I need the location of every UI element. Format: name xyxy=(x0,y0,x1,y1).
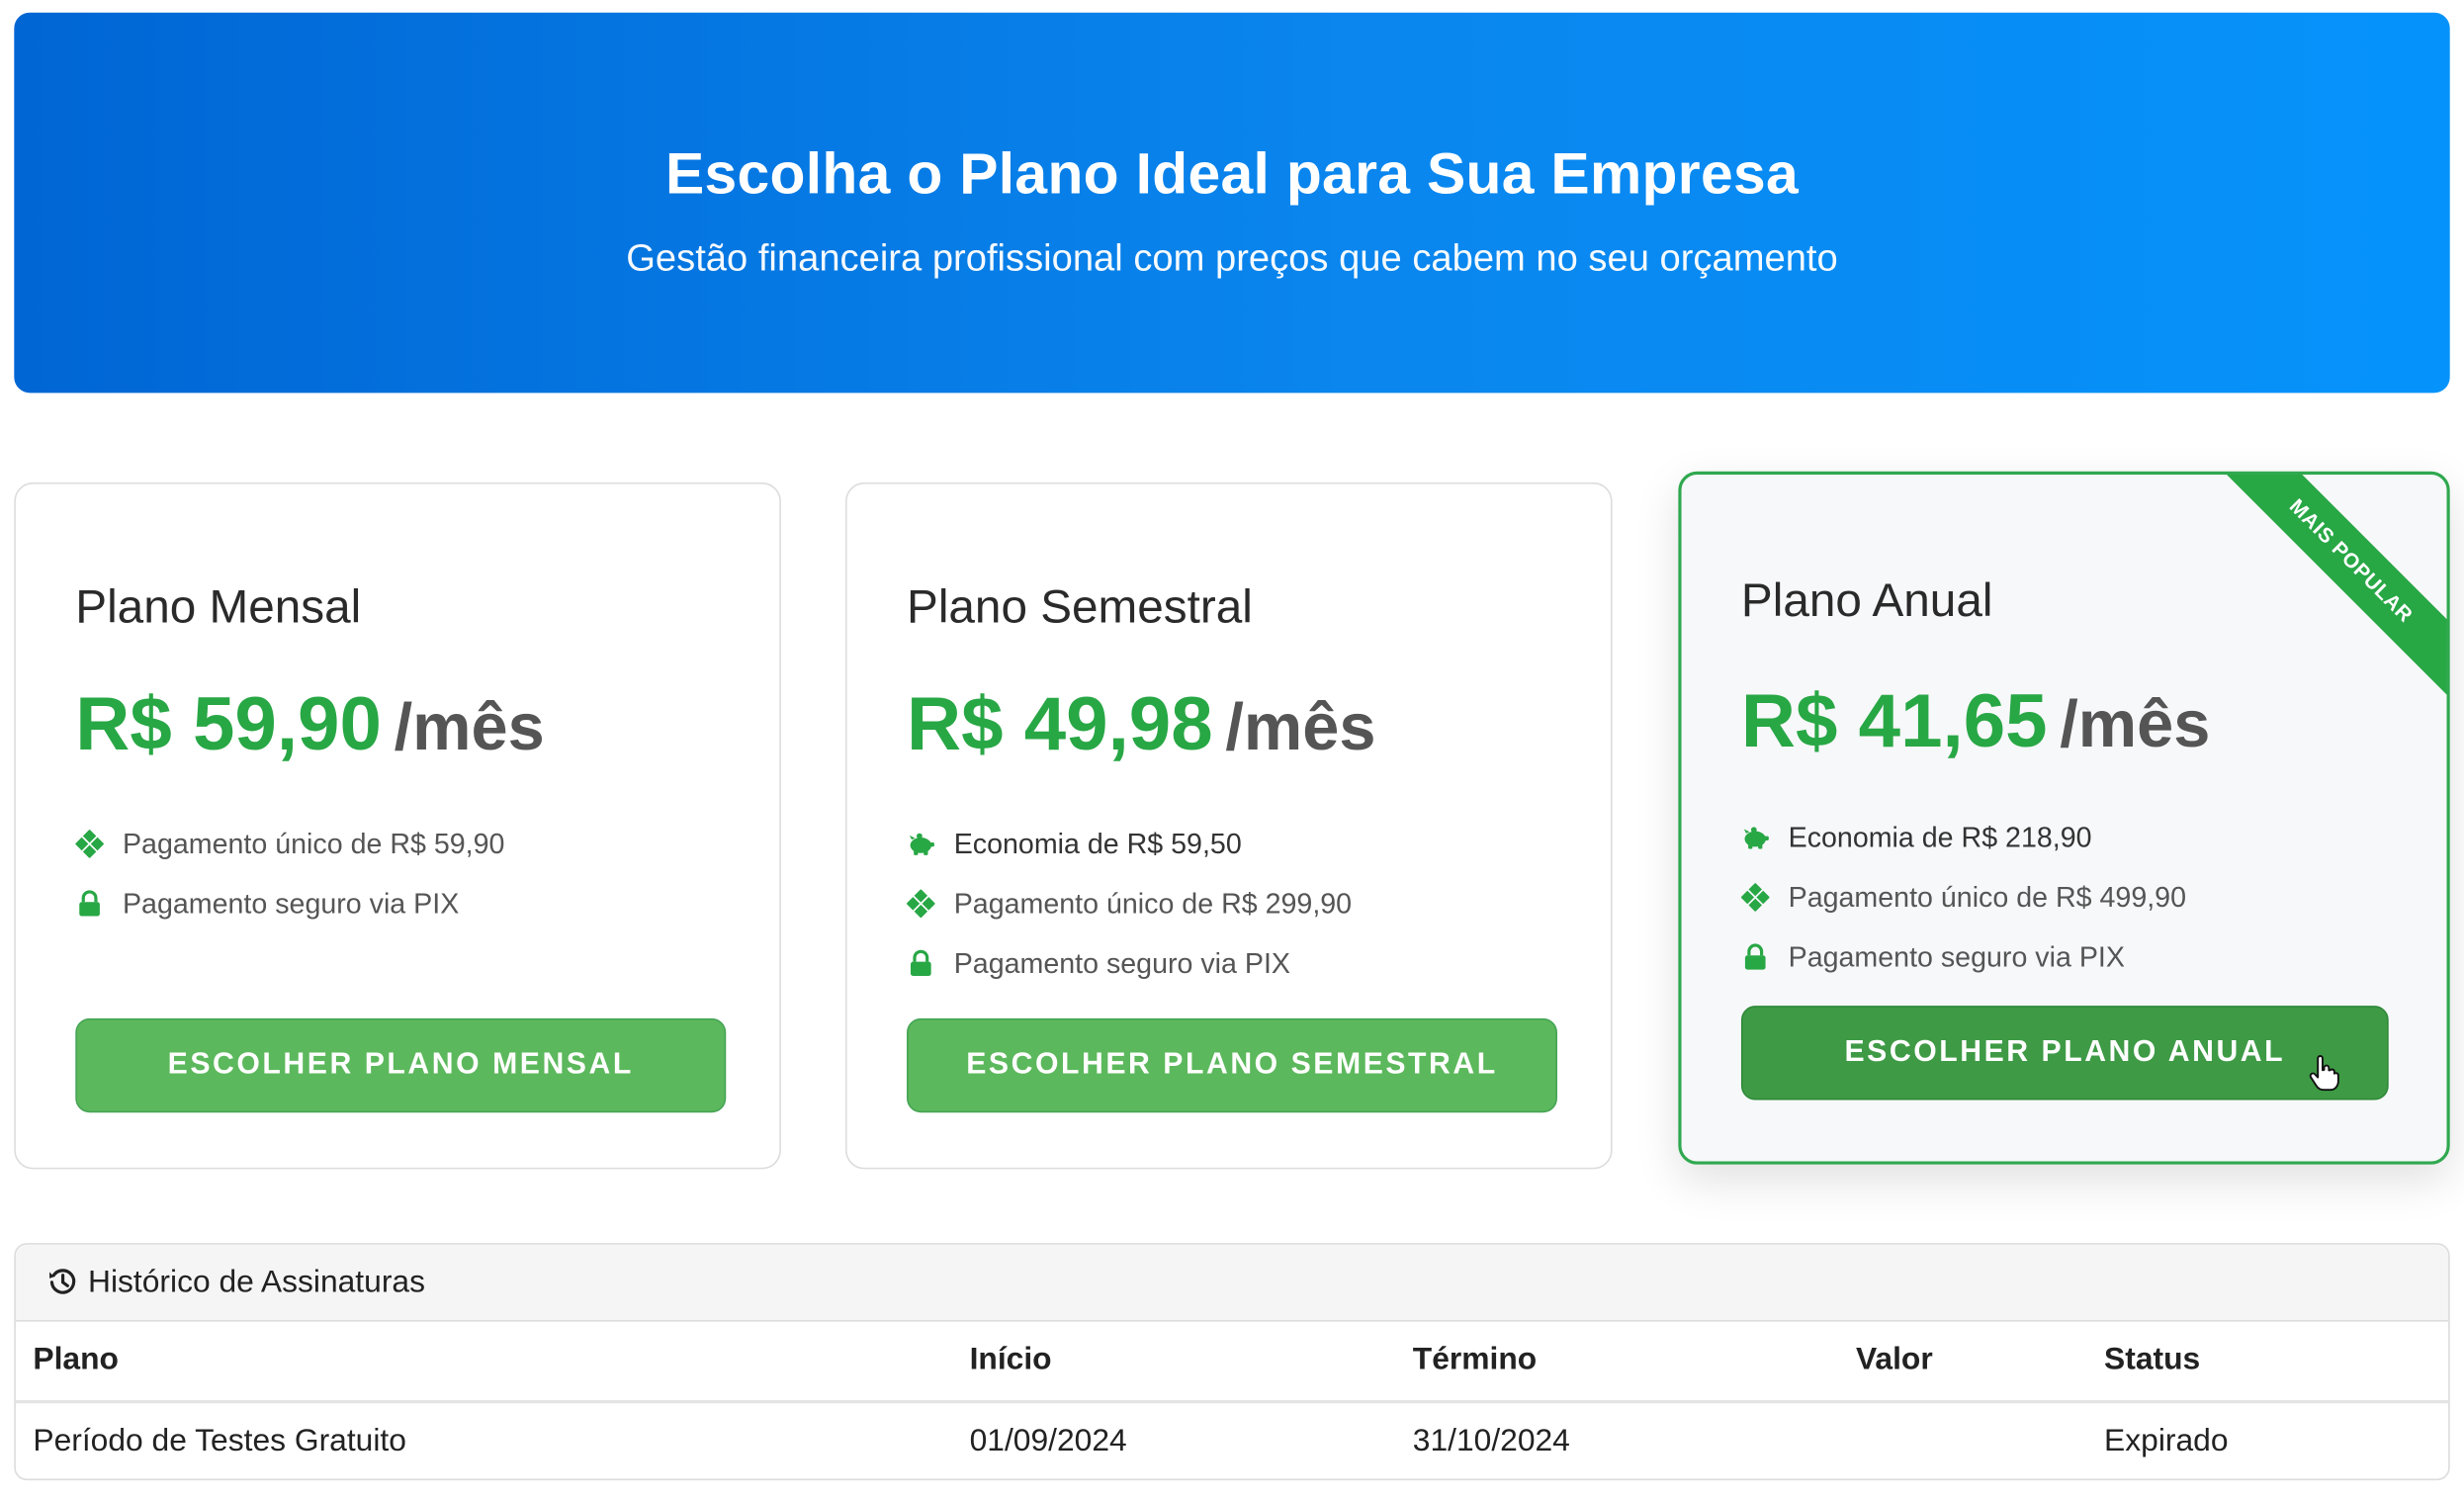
feature-text: Pagamento único de R$ 499,90 xyxy=(1788,880,2187,913)
feature-item: Economia de R$ 59,50 xyxy=(907,814,1352,873)
clover-icon xyxy=(75,830,104,858)
column-header-status: Status xyxy=(2104,1342,2201,1377)
feature-text: Pagamento seguro via PIX xyxy=(1788,940,2125,972)
plan-price: R$ 49,98/mês xyxy=(907,682,1375,768)
lock-icon xyxy=(79,890,100,917)
cell-inicio: 01/09/2024 xyxy=(969,1423,1127,1458)
popular-ribbon: MAIS POPULAR xyxy=(2211,474,2447,710)
piggy-bank-icon xyxy=(1743,827,1769,849)
feature-item: Pagamento único de R$ 299,90 xyxy=(907,874,1352,933)
plan-price: R$ 59,90/mês xyxy=(75,682,544,768)
choose-plan-mensal-button[interactable]: ESCOLHER PLANO MENSAL xyxy=(75,1017,727,1113)
price-value: R$ 59,90 xyxy=(75,683,382,767)
price-value: R$ 49,98 xyxy=(907,683,1213,767)
price-period: /mês xyxy=(394,689,545,764)
column-header-plano: Plano xyxy=(33,1342,119,1377)
button-label: ESCOLHER PLANO ANUAL xyxy=(1844,1035,2286,1069)
subscription-history-panel: Histórico de Assinaturas Plano Início Té… xyxy=(14,1243,2450,1481)
feature-item: Pagamento seguro via PIX xyxy=(75,874,504,933)
table-header-row: Plano Início Término Valor Status xyxy=(15,1322,2449,1404)
column-header-inicio: Início xyxy=(969,1342,1052,1377)
price-value: R$ 41,65 xyxy=(1740,680,2048,764)
plan-title: Plano Anual xyxy=(1740,574,1993,628)
plan-price: R$ 41,65/mês xyxy=(1741,679,2210,765)
lock-icon xyxy=(1744,943,1766,970)
feature-item: Pagamento único de R$ 59,90 xyxy=(75,814,504,873)
feature-text: Economia de R$ 59,50 xyxy=(953,827,1242,859)
hero-banner: Escolha o Plano Ideal para Sua Empresa G… xyxy=(14,12,2450,394)
column-header-termino: Término xyxy=(1412,1342,1538,1377)
choose-plan-anual-button[interactable]: ESCOLHER PLANO ANUAL xyxy=(1740,1006,2389,1101)
plan-card-semestral: Plano Semestral R$ 49,98/mês Economia de… xyxy=(845,482,1613,1170)
choose-plan-semestral-button[interactable]: ESCOLHER PLANO SEMESTRAL xyxy=(907,1017,1557,1113)
feature-text: Pagamento único de R$ 59,90 xyxy=(122,827,505,859)
feature-list: Economia de R$ 59,50 Pagamento único de … xyxy=(907,814,1352,993)
feature-text: Pagamento seguro via PIX xyxy=(953,946,1291,979)
feature-text: Pagamento seguro via PIX xyxy=(122,887,460,919)
price-period: /mês xyxy=(1225,689,1376,764)
page-subtitle: Gestão financeira profissional com preço… xyxy=(626,236,1838,280)
cell-termino: 31/10/2024 xyxy=(1412,1423,1570,1458)
plan-card-mensal: Plano Mensal R$ 59,90/mês Pagamento únic… xyxy=(14,482,781,1170)
piggy-bank-icon xyxy=(909,833,934,855)
history-header: Histórico de Assinaturas xyxy=(15,1244,2449,1322)
hand-pointer-icon xyxy=(2309,1055,2339,1092)
feature-list: Pagamento único de R$ 59,90 Pagamento se… xyxy=(75,814,504,933)
feature-item: Pagamento único de R$ 499,90 xyxy=(1740,867,2187,926)
cell-plano: Período de Testes Gratuito xyxy=(33,1423,406,1458)
clover-icon xyxy=(907,889,935,919)
cell-status: Expirado xyxy=(2104,1423,2229,1458)
lock-icon xyxy=(910,949,931,976)
feature-item: Pagamento seguro via PIX xyxy=(1741,927,2186,987)
page-title: Escolha o Plano Ideal para Sua Empresa xyxy=(664,141,1800,207)
history-icon xyxy=(49,1269,76,1294)
clover-icon xyxy=(1740,883,1770,912)
price-period: /mês xyxy=(2060,686,2211,761)
plan-title: Plano Semestral xyxy=(907,581,1253,634)
feature-text: Economia de R$ 218,90 xyxy=(1788,821,2092,853)
feature-item: Pagamento seguro via PIX xyxy=(907,933,1352,993)
plan-card-anual: MAIS POPULAR Plano Anual R$ 41,65/mês Ec… xyxy=(1678,471,2450,1165)
popular-badge: MAIS POPULAR xyxy=(2215,474,2447,697)
feature-list: Economia de R$ 218,90 Pagamento único de… xyxy=(1740,808,2187,987)
feature-text: Pagamento único de R$ 299,90 xyxy=(953,887,1353,919)
column-header-valor: Valor xyxy=(1855,1342,1933,1377)
table-row: Período de Testes Gratuito 01/09/2024 31… xyxy=(16,1403,2448,1478)
plan-title: Plano Mensal xyxy=(75,581,362,634)
history-title: Histórico de Assinaturas xyxy=(88,1264,425,1299)
feature-item: Economia de R$ 218,90 xyxy=(1741,808,2186,867)
